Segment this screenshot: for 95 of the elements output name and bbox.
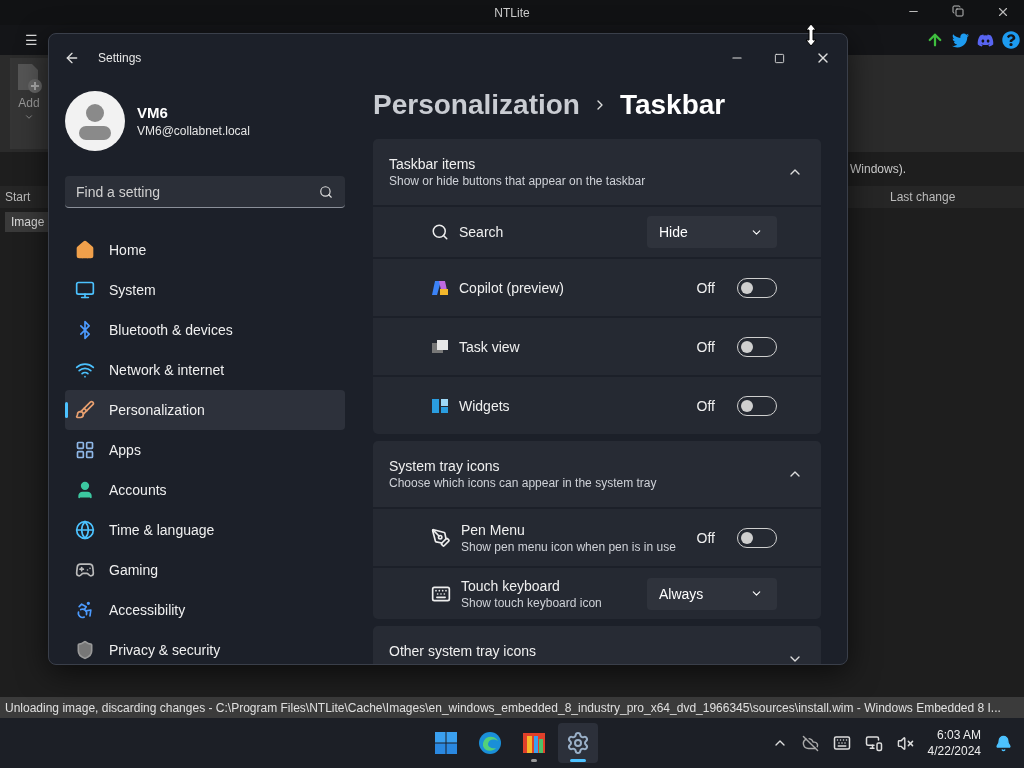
- setting-label: Search: [459, 224, 505, 240]
- section-header[interactable]: Taskbar items Show or hide buttons that appear on the taskbar: [373, 139, 821, 205]
- shield-icon: [75, 640, 95, 660]
- cloud-off-icon[interactable]: [801, 734, 819, 752]
- nav-item[interactable]: System: [65, 270, 345, 310]
- bird-icon[interactable]: [952, 31, 969, 49]
- nav-label: Gaming: [109, 562, 159, 578]
- setting-label: Task view: [459, 338, 521, 355]
- browser-icon: [478, 731, 502, 755]
- dropdown[interactable]: Always: [647, 577, 777, 610]
- gamepad-icon: [75, 560, 95, 580]
- caret-icon: [24, 112, 34, 122]
- nav-label: Privacy & security: [109, 642, 221, 658]
- search-icon: [319, 185, 333, 199]
- colorful-app-icon: [522, 731, 546, 755]
- setting-label: Touch keyboard: [461, 577, 561, 594]
- toggle-state-text: Off: [696, 529, 715, 546]
- nav-label: Bluetooth & devices: [109, 322, 233, 338]
- bell-icon[interactable]: [995, 734, 1012, 752]
- user-email: VM6@collabnet.local: [137, 124, 250, 138]
- maximize-icon[interactable]: [774, 52, 785, 64]
- search-field[interactable]: Find a setting: [65, 176, 345, 208]
- section-title: System tray icons: [389, 458, 501, 474]
- clock[interactable]: 6:03 AM 4/22/2024: [927, 727, 981, 759]
- windows-logo-icon: [434, 731, 458, 755]
- monitor-icon: [75, 280, 95, 300]
- accessibility-icon: [75, 600, 95, 620]
- nav-item[interactable]: Personalization: [65, 390, 345, 430]
- image-tab[interactable]: Image: [5, 212, 48, 232]
- nav-item[interactable]: Accessibility: [65, 590, 345, 630]
- section-header[interactable]: Other system tray icons: [373, 626, 821, 664]
- nav-label: Apps: [109, 442, 141, 458]
- setting-description: Show touch keyboard icon: [461, 595, 603, 610]
- nav-label: Network & internet: [109, 362, 225, 378]
- person-icon: [75, 480, 95, 500]
- nav-item[interactable]: Privacy & security: [65, 630, 345, 664]
- section-title: Taskbar items: [389, 156, 477, 172]
- close-icon[interactable]: [996, 5, 1010, 19]
- nav-item[interactable]: Network & internet: [65, 350, 345, 390]
- pen-icon: [431, 527, 451, 548]
- dropdown[interactable]: Hide: [647, 216, 777, 248]
- widgets-icon: [431, 396, 449, 415]
- apps-icon: [75, 440, 95, 460]
- column-header[interactable]: Start: [0, 190, 48, 204]
- toggle-state-text: Off: [696, 397, 715, 414]
- globe-icon: [75, 520, 95, 540]
- resize-cursor-icon: [805, 23, 817, 47]
- setting-label: Widgets: [459, 397, 511, 414]
- nav-label: Personalization: [109, 402, 205, 418]
- nav-item[interactable]: Gaming: [65, 550, 345, 590]
- selection-indicator: [65, 402, 68, 418]
- help-icon[interactable]: [1002, 31, 1020, 49]
- home-icon: [75, 240, 95, 260]
- user-name: VM6: [137, 104, 169, 121]
- setting-label: Copilot (preview): [459, 279, 566, 296]
- nav-label: Accessibility: [109, 602, 186, 618]
- muted-speaker-icon[interactable]: [896, 734, 914, 752]
- nav-item[interactable]: Home: [65, 230, 345, 270]
- menu-button[interactable]: ☰: [25, 32, 38, 48]
- person-silhouette-icon: [78, 102, 112, 140]
- settings-gear-icon: [566, 731, 590, 755]
- status-text: Unloading image, discarding changes - C:\Program Files\NTLite\Cache\Images\en_windows_embedded_8_industry_pro_x64_dvd_1966345\sources\install.wim - Windows Embedded 8 I...: [5, 700, 1001, 715]
- nav-label: Home: [109, 242, 147, 258]
- nav-item[interactable]: Apps: [65, 430, 345, 470]
- column-header[interactable]: Last change: [848, 190, 1024, 204]
- wifi-icon: [75, 360, 95, 380]
- info-text: Windows).: [849, 162, 907, 176]
- app-title: NTLite: [494, 5, 530, 20]
- taskbar-app[interactable]: [558, 723, 598, 763]
- section-title: Other system tray icons: [389, 643, 537, 659]
- page-title: Taskbar: [619, 89, 726, 121]
- add-button[interactable]: Add: [10, 58, 48, 149]
- setting-label: Pen Menu: [461, 521, 526, 538]
- toggle-state-text: Off: [696, 279, 715, 296]
- restore-icon[interactable]: [952, 5, 964, 17]
- section-subtitle: Show or hide buttons that appear on the taskbar: [389, 174, 646, 188]
- task-view-icon: [431, 337, 449, 356]
- nav-label: Accounts: [109, 482, 167, 498]
- nav-item[interactable]: Time & language: [65, 510, 345, 550]
- breadcrumb-link[interactable]: Personalization: [373, 89, 580, 121]
- search-icon: [431, 223, 449, 241]
- keyboard-icon[interactable]: [832, 734, 851, 752]
- nav-item[interactable]: Accounts: [65, 470, 345, 510]
- toggle-state-text: Off: [696, 338, 715, 355]
- nav-label: System: [109, 282, 156, 298]
- nav-item[interactable]: Bluetooth & devices: [65, 310, 345, 350]
- monitor-icon[interactable]: [864, 734, 883, 752]
- section-header[interactable]: System tray icons Choose which icons can appear in the system tray: [373, 441, 821, 507]
- setting-description: Show pen menu icon when pen is in use: [461, 539, 677, 554]
- window-title: Settings: [98, 51, 143, 65]
- add-page-icon: [16, 62, 42, 94]
- copilot-logo-icon: [431, 278, 449, 297]
- nav-label: Time & language: [109, 522, 215, 538]
- section-subtitle: Choose which icons can appear in the system tray: [389, 476, 657, 490]
- brush-icon: [75, 400, 95, 420]
